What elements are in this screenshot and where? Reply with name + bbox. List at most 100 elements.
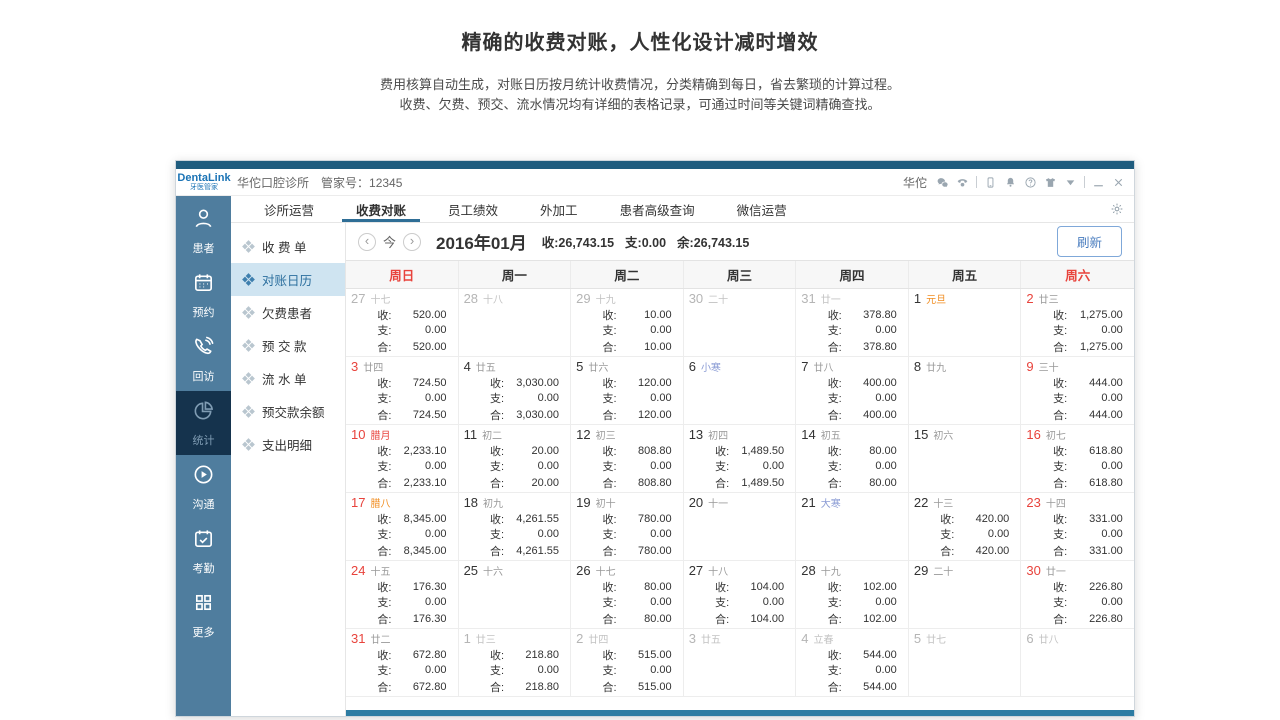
calendar-day-cell[interactable]: 12初三收:808.80支:0.00合:808.80 [571, 425, 684, 493]
calendar-day-cell[interactable]: 31廿二收:672.80支:0.00合:672.80 [346, 629, 459, 697]
calendar-day-cell[interactable]: 24十五收:176.30支:0.00合:176.30 [346, 561, 459, 629]
calendar-day-cell[interactable]: 8廿九 [909, 357, 1022, 425]
calendar-day-cell[interactable]: 2廿四收:515.00支:0.00合:515.00 [571, 629, 684, 697]
minimize-icon[interactable] [1092, 176, 1105, 189]
tab-item[interactable]: 员工绩效 [427, 196, 519, 222]
weekday-header: 周三 [684, 261, 797, 288]
calendar-day-cell[interactable]: 14初五收:80.00支:0.00合:80.00 [796, 425, 909, 493]
calendar-day-cell[interactable]: 1元旦 [909, 289, 1022, 357]
calendar-day-cell[interactable]: 30二十 [684, 289, 797, 357]
calendar-day-cell[interactable]: 6小寒 [684, 357, 797, 425]
expense-line: 支:0.00 [490, 526, 559, 541]
calendar-day-cell[interactable]: 28十八 [459, 289, 572, 357]
calendar-day-cell[interactable]: 6廿八 [1021, 629, 1134, 697]
menu-item[interactable]: 支出明细 [231, 428, 345, 461]
calendar-day-cell[interactable]: 17腊八收:8,345.00支:0.00合:8,345.00 [346, 493, 459, 561]
wechat-icon[interactable] [936, 176, 949, 189]
day-number: 13 [689, 427, 703, 442]
day-number: 31 [801, 291, 815, 306]
calendar-day-cell[interactable]: 4立春收:544.00支:0.00合:544.00 [796, 629, 909, 697]
menu-item[interactable]: 预交款余额 [231, 395, 345, 428]
prev-month-button[interactable]: ‹ [358, 233, 376, 251]
calendar-day-cell[interactable]: 4廿五收:3,030.00支:0.00合:3,030.00 [459, 357, 572, 425]
sidebar-item-more[interactable]: 更多 [176, 583, 231, 647]
calendar-day-cell[interactable]: 26十七收:80.00支:0.00合:80.00 [571, 561, 684, 629]
dropdown-icon[interactable] [1064, 176, 1077, 189]
total-line: 合:8,345.00 [377, 543, 446, 558]
expense-line: 支:0.00 [490, 458, 559, 473]
calendar-day-cell[interactable]: 23十四收:331.00支:0.00合:331.00 [1021, 493, 1134, 561]
calendar-day-cell[interactable]: 25十六 [459, 561, 572, 629]
day-amounts: 收:1,489.50支:0.00合:1,489.50 [715, 443, 784, 490]
amount-label: 合: [377, 339, 391, 355]
amount-value: 0.00 [729, 460, 784, 472]
sidebar-item-patient[interactable]: 患者 [176, 199, 231, 263]
settings-gear-icon[interactable] [1110, 196, 1134, 222]
menu-item[interactable]: 欠费患者 [231, 296, 345, 329]
amount-value: 780.00 [617, 513, 672, 525]
calendar-panel: ‹ 今 › 2016年01月 收:26,743.15 支:0.00 余:26,7… [346, 223, 1134, 716]
calendar-day-cell[interactable]: 30廿一收:226.80支:0.00合:226.80 [1021, 561, 1134, 629]
calendar-day-cell[interactable]: 19初十收:780.00支:0.00合:780.00 [571, 493, 684, 561]
tab-item[interactable]: 外加工 [519, 196, 599, 222]
menu-item[interactable]: 收 费 单 [231, 230, 345, 263]
amount-label: 支: [828, 390, 842, 406]
calendar-day-cell[interactable]: 3廿五 [684, 629, 797, 697]
calendar-day-cell[interactable]: 28十九收:102.00支:0.00合:102.00 [796, 561, 909, 629]
tab-item[interactable]: 收费对账 [335, 196, 427, 222]
calendar-day-cell[interactable]: 5廿六收:120.00支:0.00合:120.00 [571, 357, 684, 425]
calendar-day-cell[interactable]: 27十八收:104.00支:0.00合:104.00 [684, 561, 797, 629]
sidebar-item-stats[interactable]: 统计 [176, 391, 231, 455]
calendar-day-cell[interactable]: 13初四收:1,489.50支:0.00合:1,489.50 [684, 425, 797, 493]
menu-item-label: 对账日历 [262, 270, 312, 289]
day-number: 15 [914, 427, 928, 442]
sidebar-item-label: 回访 [193, 368, 215, 384]
menu-item[interactable]: 预 交 款 [231, 329, 345, 362]
calendar-day-cell[interactable]: 10腊月收:2,233.10支:0.00合:2,233.10 [346, 425, 459, 493]
day-amounts: 收:378.80支:0.00合:378.80 [828, 307, 897, 354]
menu-item-label: 预 交 款 [262, 336, 306, 355]
next-month-button[interactable]: › [403, 233, 421, 251]
amount-value: 618.80 [1067, 445, 1123, 457]
calendar-day-cell[interactable]: 5廿七 [909, 629, 1022, 697]
calendar-day-cell[interactable]: 15初六 [909, 425, 1022, 493]
today-button[interactable]: 今 [383, 232, 396, 251]
calendar-day-cell[interactable]: 11初二收:20.00支:0.00合:20.00 [459, 425, 572, 493]
mobile-icon[interactable] [984, 176, 997, 189]
calendar-day-cell[interactable]: 16初七收:618.80支:0.00合:618.80 [1021, 425, 1134, 493]
sidebar-item-callback[interactable]: 回访 [176, 327, 231, 391]
calendar-day-cell[interactable]: 21大寒 [796, 493, 909, 561]
calendar-day-cell[interactable]: 3廿四收:724.50支:0.00合:724.50 [346, 357, 459, 425]
calendar-day-cell[interactable]: 31廿一收:378.80支:0.00合:378.80 [796, 289, 909, 357]
calendar-day-cell[interactable]: 29二十 [909, 561, 1022, 629]
lunar-label: 十八 [483, 291, 503, 306]
sidebar-item-communication[interactable]: 沟通 [176, 455, 231, 519]
sidebar-item-appointment[interactable]: 预约 [176, 263, 231, 327]
sidebar-item-attendance[interactable]: 考勤 [176, 519, 231, 583]
calendar-day-cell[interactable]: 29十九收:10.00支:0.00合:10.00 [571, 289, 684, 357]
refresh-button[interactable]: 刷新 [1057, 226, 1122, 257]
calendar-day-cell[interactable]: 22十三收:420.00支:0.00合:420.00 [909, 493, 1022, 561]
total-line: 合:3,030.00 [490, 407, 559, 422]
tab-item[interactable]: 患者高级查询 [599, 196, 716, 222]
close-icon[interactable] [1112, 176, 1125, 189]
calendar-day-cell[interactable]: 9三十收:444.00支:0.00合:444.00 [1021, 357, 1134, 425]
amount-label: 支: [377, 458, 391, 474]
menu-item[interactable]: 对账日历 [231, 263, 345, 296]
calendar-day-cell[interactable]: 1廿三收:218.80支:0.00合:218.80 [459, 629, 572, 697]
calendar-day-cell[interactable]: 27十七收:520.00支:0.00合:520.00 [346, 289, 459, 357]
calendar-day-cell[interactable]: 18初九收:4,261.55支:0.00合:4,261.55 [459, 493, 572, 561]
bell-icon[interactable] [1004, 176, 1017, 189]
calendar-day-cell[interactable]: 20十一 [684, 493, 797, 561]
income-line: 收:8,345.00 [377, 511, 446, 526]
calendar-day-cell[interactable]: 2廿三收:1,275.00支:0.00合:1,275.00 [1021, 289, 1134, 357]
calendar-day-cell[interactable]: 7廿八收:400.00支:0.00合:400.00 [796, 357, 909, 425]
amount-label: 支: [603, 526, 617, 542]
tab-item[interactable]: 诊所运营 [243, 196, 335, 222]
help-icon[interactable] [1024, 176, 1037, 189]
menu-item[interactable]: 流 水 单 [231, 362, 345, 395]
shirt-icon[interactable] [1044, 176, 1057, 189]
day-header: 31廿一 [801, 291, 903, 307]
phone-icon[interactable] [956, 176, 969, 189]
tab-item[interactable]: 微信运营 [716, 196, 808, 222]
